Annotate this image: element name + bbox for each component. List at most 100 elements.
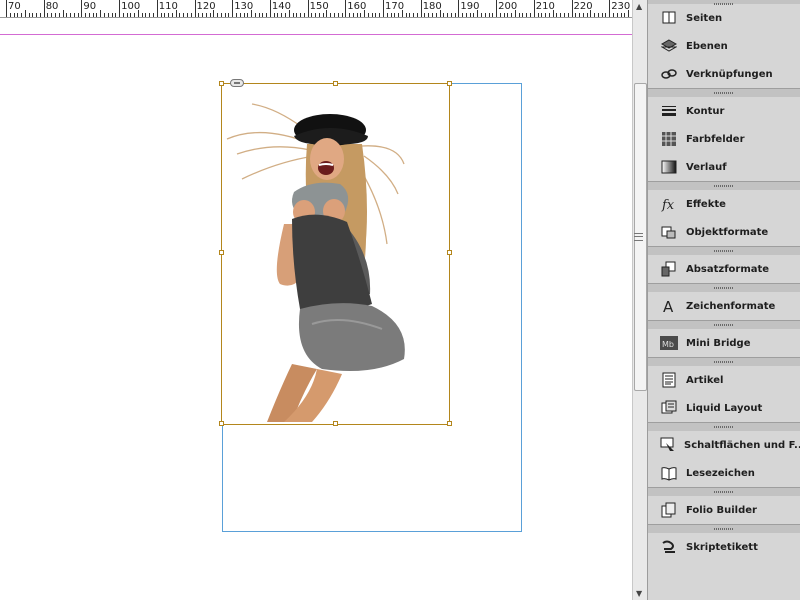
panel-item-label: Verknüpfungen xyxy=(686,68,773,80)
scroll-up-arrow-icon[interactable]: ▲ xyxy=(636,2,642,11)
ruler-minor-tick xyxy=(39,13,41,17)
ruler-minor-tick xyxy=(330,13,332,17)
ruler-minor-tick xyxy=(548,13,550,17)
panel-group-grip[interactable] xyxy=(648,181,800,190)
ruler-minor-tick xyxy=(17,13,19,17)
ruler-minor-tick xyxy=(575,13,577,17)
folio-builder-icon xyxy=(660,501,678,519)
ruler-minor-tick xyxy=(616,13,618,17)
script-label-icon xyxy=(660,538,678,556)
articles-icon xyxy=(660,371,678,389)
ruler-minor-tick xyxy=(224,13,226,17)
horizontal-ruler[interactable]: 70 80 90 100 110 120 130 140 150 160 170 180 190 200 2… xyxy=(0,0,632,18)
ruler-minor-tick xyxy=(563,13,565,17)
panel-group-grip[interactable] xyxy=(648,283,800,292)
panel-item-articles[interactable]: Artikel xyxy=(648,366,800,394)
panel-group-grip[interactable] xyxy=(648,320,800,329)
panel-item-label: Verlauf xyxy=(686,161,727,173)
gradient-icon xyxy=(660,158,678,176)
ruler-minor-tick xyxy=(70,13,72,17)
ruler-minor-tick xyxy=(175,10,177,17)
panel-item-label: Objektformate xyxy=(686,226,769,238)
panel-item-links[interactable]: Verknüpfungen xyxy=(648,60,800,88)
handle-top-right[interactable] xyxy=(447,81,452,86)
character-styles-icon: A xyxy=(660,297,678,315)
image-frame[interactable] xyxy=(219,79,452,426)
panel-group-grip[interactable] xyxy=(648,487,800,496)
ruler-minor-tick xyxy=(73,13,75,17)
ruler-minor-tick xyxy=(526,13,528,17)
ruler-minor-tick xyxy=(58,13,60,17)
panel-item-buttons-forms[interactable]: Schaltflächen und F... xyxy=(648,431,800,459)
document-canvas[interactable] xyxy=(0,18,632,600)
ruler-minor-tick xyxy=(401,10,403,17)
handle-middle-right[interactable] xyxy=(447,250,452,255)
ruler-minor-tick xyxy=(586,13,588,17)
ruler-major-tick xyxy=(43,0,45,17)
ruler-minor-tick xyxy=(450,13,452,17)
ruler-minor-tick xyxy=(266,13,268,17)
ruler-major-tick xyxy=(269,0,271,17)
vertical-scrollbar[interactable]: ▲ ▼ xyxy=(632,0,647,600)
panel-group: fx Effekte Objektformate xyxy=(648,181,800,246)
ruler-minor-tick xyxy=(356,13,358,17)
ruler-minor-tick xyxy=(137,10,139,17)
panel-item-mini-bridge[interactable]: Mb Mini Bridge xyxy=(648,329,800,357)
ruler-minor-tick xyxy=(9,13,11,17)
ruler-minor-tick xyxy=(141,13,143,17)
panel-item-pages[interactable]: Seiten xyxy=(648,4,800,32)
handle-bottom-left[interactable] xyxy=(219,421,224,426)
ruler-minor-tick xyxy=(179,13,181,17)
ruler-minor-tick xyxy=(28,13,30,17)
ruler-minor-tick xyxy=(481,13,483,17)
panel-item-gradient[interactable]: Verlauf xyxy=(648,153,800,181)
panel-item-liquid-layout[interactable]: Liquid Layout xyxy=(648,394,800,422)
ruler-minor-tick xyxy=(620,13,622,17)
ruler-minor-tick xyxy=(292,13,294,17)
handle-middle-left[interactable] xyxy=(219,250,224,255)
ruler-major-tick xyxy=(6,0,7,17)
ruler-minor-tick xyxy=(601,13,603,17)
panel-group: A Zeichenformate xyxy=(648,283,800,320)
ruler-label: 70 xyxy=(8,1,21,12)
ruler-minor-tick xyxy=(424,13,426,17)
panel-group-grip[interactable] xyxy=(648,88,800,97)
handle-top-center[interactable] xyxy=(333,81,338,86)
handle-top-left[interactable] xyxy=(219,81,224,86)
ruler-major-tick xyxy=(420,0,422,17)
ruler-minor-tick xyxy=(367,13,369,17)
panel-group-grip[interactable] xyxy=(648,422,800,431)
scroll-down-arrow-icon[interactable]: ▼ xyxy=(636,589,642,598)
panel-item-folio-builder[interactable]: Folio Builder xyxy=(648,496,800,524)
panel-item-bookmarks[interactable]: Lesezeichen xyxy=(648,459,800,487)
panel-item-label: Artikel xyxy=(686,374,724,386)
panel-item-paragraph-styles[interactable]: Absatzformate xyxy=(648,255,800,283)
panel-item-object-styles[interactable]: Objektformate xyxy=(648,218,800,246)
ruler-minor-tick xyxy=(62,10,64,17)
panel-group-grip[interactable] xyxy=(648,524,800,533)
panel-item-label: Zeichenformate xyxy=(686,300,776,312)
panel-item-swatches[interactable]: Farbfelder xyxy=(648,125,800,153)
ruler-minor-tick xyxy=(126,13,128,17)
panel-item-layers[interactable]: Ebenen xyxy=(648,32,800,60)
paragraph-styles-icon xyxy=(660,260,678,278)
panel-group-grip[interactable] xyxy=(648,357,800,366)
ruler-minor-tick xyxy=(243,13,245,17)
ruler-major-tick xyxy=(383,0,384,17)
ruler-minor-tick xyxy=(590,10,592,17)
panel-group-grip[interactable] xyxy=(648,246,800,255)
handle-bottom-right[interactable] xyxy=(447,421,452,426)
ruler-minor-tick xyxy=(499,13,501,17)
panel-item-script-label[interactable]: Skriptetikett xyxy=(648,533,800,561)
panel-item-character-styles[interactable]: A Zeichenformate xyxy=(648,292,800,320)
handle-bottom-center[interactable] xyxy=(333,421,338,426)
ruler-minor-tick xyxy=(164,13,166,17)
panel-item-fx[interactable]: fx Effekte xyxy=(648,190,800,218)
ruler-minor-tick xyxy=(447,13,449,17)
ruler-minor-tick xyxy=(484,13,486,17)
stroke-icon xyxy=(660,102,678,120)
panel-item-stroke[interactable]: Kontur xyxy=(648,97,800,125)
ruler-minor-tick xyxy=(130,13,132,17)
mini-bridge-icon: Mb xyxy=(660,334,678,352)
ruler-minor-tick xyxy=(597,13,599,17)
